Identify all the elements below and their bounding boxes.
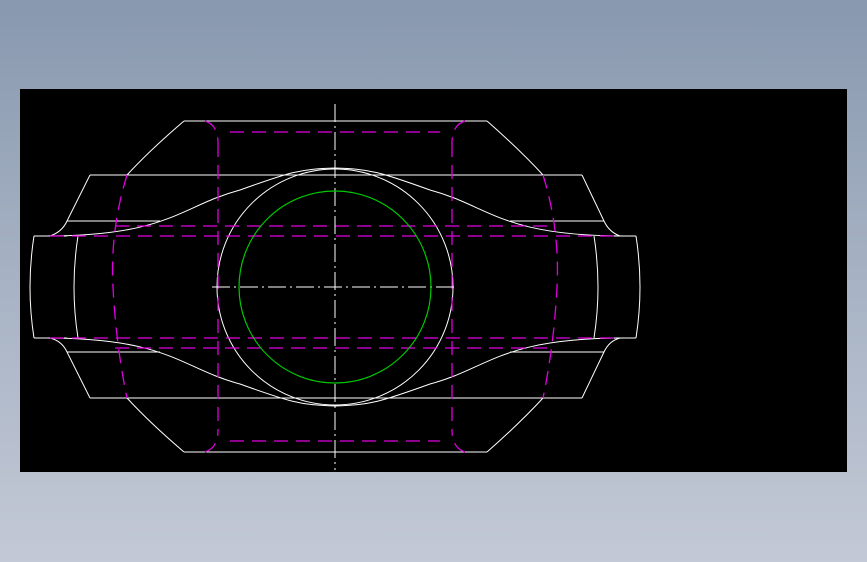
cad-drawing [29,104,641,470]
centerlines [212,104,458,470]
cad-viewport[interactable] [20,89,847,472]
cad-window [0,0,867,562]
